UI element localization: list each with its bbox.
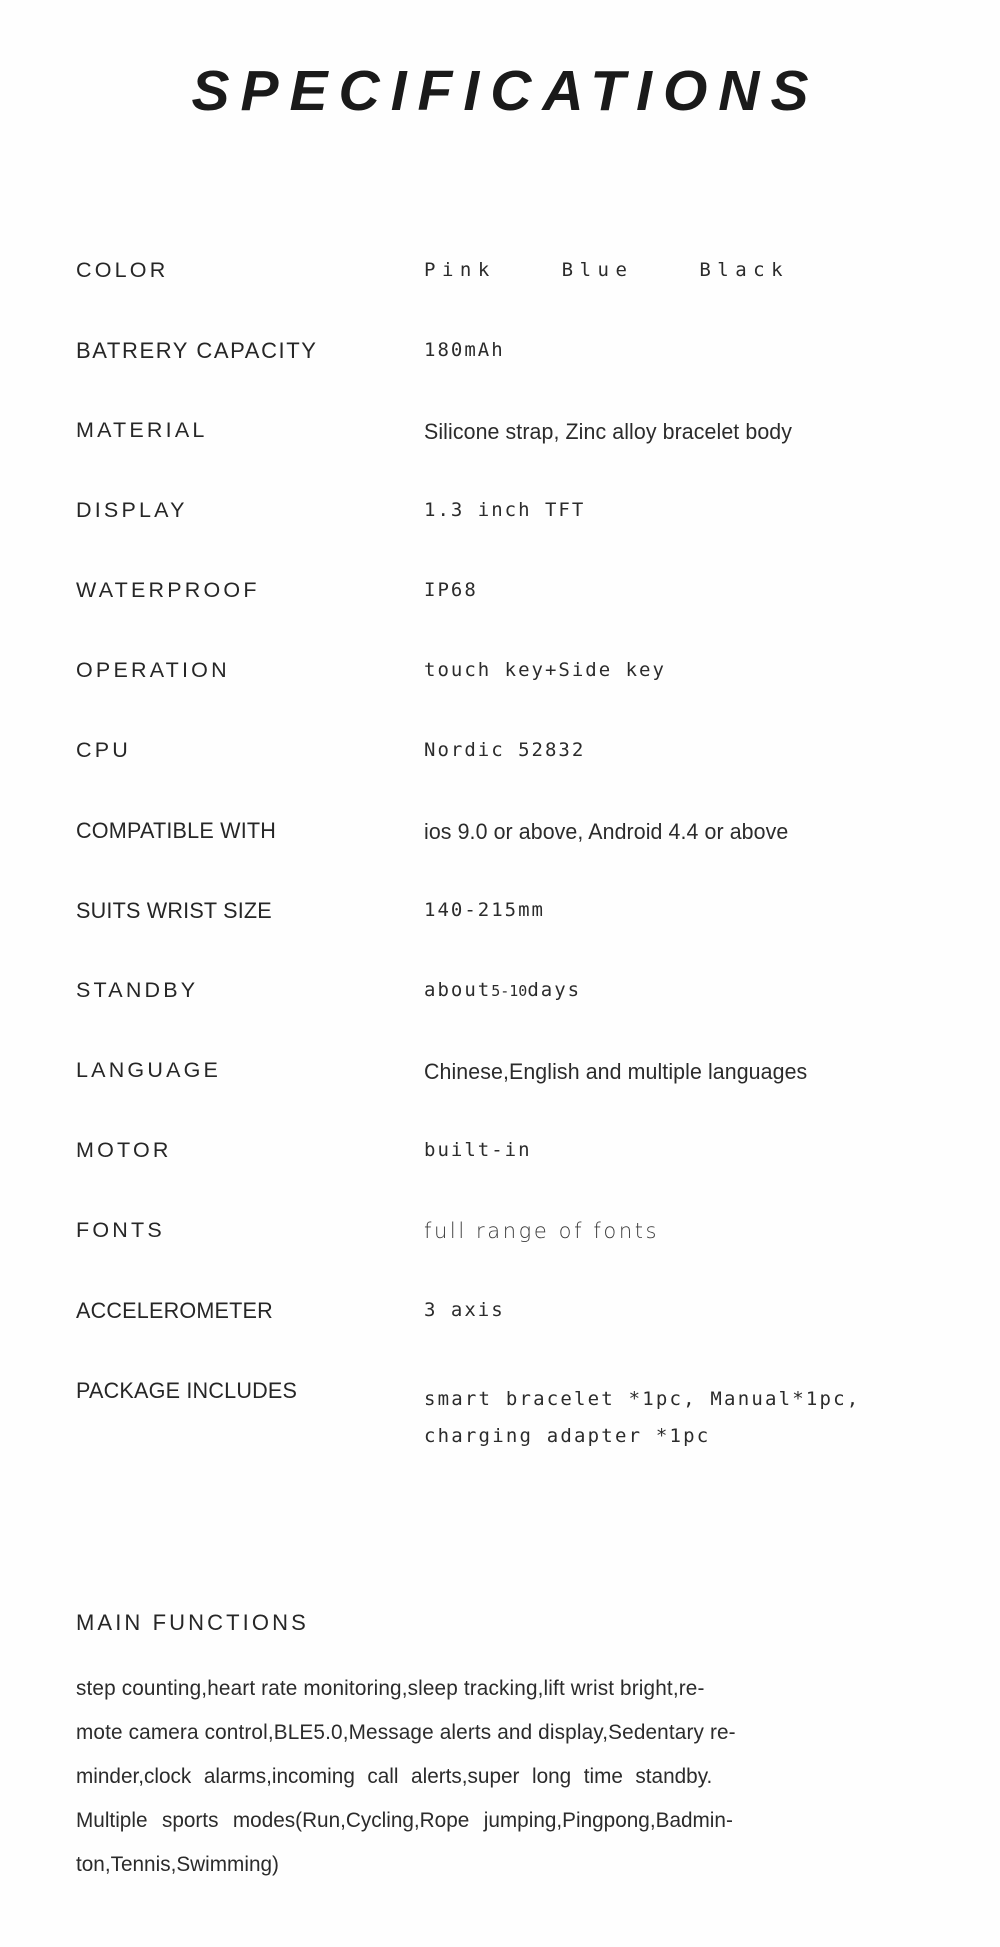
color-option-blue: Blue bbox=[561, 259, 634, 281]
standby-suffix: days bbox=[527, 979, 582, 1001]
spec-row-accelerometer: ACCELEROMETER 3 axis bbox=[76, 1298, 956, 1378]
color-option-black: Black bbox=[699, 259, 790, 281]
spec-value-color: Pink Blue Black bbox=[424, 258, 956, 280]
spec-row-standby: STANDBY about5-10days bbox=[76, 978, 956, 1058]
spec-value-motor: built-in bbox=[424, 1139, 532, 1161]
spec-value-package-includes: smart bracelet *1pc, Manual*1pc, chargin… bbox=[424, 1378, 956, 1455]
spec-label-accelerometer: ACCELEROMETER bbox=[76, 1298, 273, 1323]
spec-label-operation: OPERATION bbox=[76, 658, 230, 682]
spec-row-waterproof: WATERPROOF IP68 bbox=[76, 578, 956, 658]
spec-label-motor: MOTOR bbox=[76, 1138, 172, 1162]
spec-value-operation: touch key+Side key bbox=[424, 659, 666, 681]
spec-row-fonts: FONTS full range of fonts bbox=[76, 1218, 956, 1298]
spec-value-compatible-with: ios 9.0 or above, Android 4.4 or above bbox=[424, 819, 789, 844]
spec-label-color: COLOR bbox=[76, 258, 169, 282]
main-functions-line-2: mote camera control,BLE5.0,Message alert… bbox=[76, 1720, 736, 1744]
spec-label-battery-capacity: BATRERY CAPACITY bbox=[76, 338, 318, 363]
spec-value-material: Silicone strap, Zinc alloy bracelet body bbox=[424, 419, 793, 444]
standby-range: 5-10 bbox=[491, 982, 528, 1000]
package-line-1: smart bracelet *1pc, Manual*1pc, bbox=[424, 1388, 861, 1410]
spec-value-suits-wrist-size: 140-215mm bbox=[424, 899, 545, 921]
spec-row-material: MATERIAL Silicone strap, Zinc alloy brac… bbox=[76, 418, 956, 498]
page-title: SPECIFICATIONS bbox=[191, 59, 820, 123]
main-functions-line-5: ton,Tennis,Swimming) bbox=[76, 1852, 279, 1876]
spec-label-suits-wrist-size: SUITS WRIST SIZE bbox=[76, 898, 272, 923]
main-functions-body: step counting,heart rate monitoring,slee… bbox=[76, 1666, 924, 1886]
spec-value-waterproof: IP68 bbox=[424, 579, 478, 601]
spec-value-accelerometer: 3 axis bbox=[424, 1299, 505, 1321]
spec-row-operation: OPERATION touch key+Side key bbox=[76, 658, 956, 738]
spec-row-motor: MOTOR built-in bbox=[76, 1138, 956, 1218]
spec-value-cpu: Nordic 52832 bbox=[424, 739, 586, 761]
spec-label-fonts: FONTS bbox=[76, 1218, 165, 1242]
spec-row-cpu: CPU Nordic 52832 bbox=[76, 738, 956, 818]
spec-label-material: MATERIAL bbox=[76, 418, 208, 442]
spec-row-package-includes: PACKAGE INCLUDES smart bracelet *1pc, Ma… bbox=[76, 1378, 956, 1474]
standby-prefix: about bbox=[424, 979, 492, 1001]
spec-value-fonts: full range of fonts bbox=[424, 1219, 660, 1243]
spec-value-display: 1.3 inch TFT bbox=[424, 499, 586, 521]
spec-label-display: DISPLAY bbox=[76, 498, 188, 522]
spec-row-display: DISPLAY 1.3 inch TFT bbox=[76, 498, 956, 578]
spec-row-suits-wrist-size: SUITS WRIST SIZE 140-215mm bbox=[76, 898, 956, 978]
spec-label-language: LANGUAGE bbox=[76, 1058, 222, 1082]
specifications-table: COLOR Pink Blue Black BATRERY CAPACITY 1… bbox=[76, 258, 956, 1474]
main-functions-line-4: Multiple sports modes(Run,Cycling,Rope j… bbox=[76, 1808, 733, 1832]
specifications-page: SPECIFICATIONS COLOR Pink Blue Black BAT… bbox=[0, 0, 1000, 1947]
main-functions-line-3: minder,clock alarms,incoming call alerts… bbox=[76, 1764, 713, 1788]
spec-value-battery-capacity: 180mAh bbox=[424, 339, 505, 361]
spec-value-standby: about5-10days bbox=[424, 978, 956, 1000]
spec-label-cpu: CPU bbox=[76, 738, 131, 762]
spec-label-waterproof: WATERPROOF bbox=[76, 578, 260, 602]
color-option-pink: Pink bbox=[424, 259, 496, 281]
spec-row-compatible-with: COMPATIBLE WITH ios 9.0 or above, Androi… bbox=[76, 818, 956, 898]
spec-value-language: Chinese,English and multiple languages bbox=[424, 1059, 808, 1084]
spec-row-language: LANGUAGE Chinese,English and multiple la… bbox=[76, 1058, 956, 1138]
spec-label-standby: STANDBY bbox=[76, 978, 199, 1002]
spec-label-package-includes: PACKAGE INCLUDES bbox=[76, 1378, 298, 1403]
spec-row-color: COLOR Pink Blue Black bbox=[76, 258, 956, 338]
package-line-2: charging adapter *1pc bbox=[424, 1425, 711, 1448]
main-functions-heading: MAIN FUNCTIONS bbox=[76, 1610, 309, 1635]
main-functions-line-1: step counting,heart rate monitoring,slee… bbox=[76, 1676, 705, 1700]
spec-label-compatible-with: COMPATIBLE WITH bbox=[76, 818, 277, 843]
spec-row-battery-capacity: BATRERY CAPACITY 180mAh bbox=[76, 338, 956, 418]
